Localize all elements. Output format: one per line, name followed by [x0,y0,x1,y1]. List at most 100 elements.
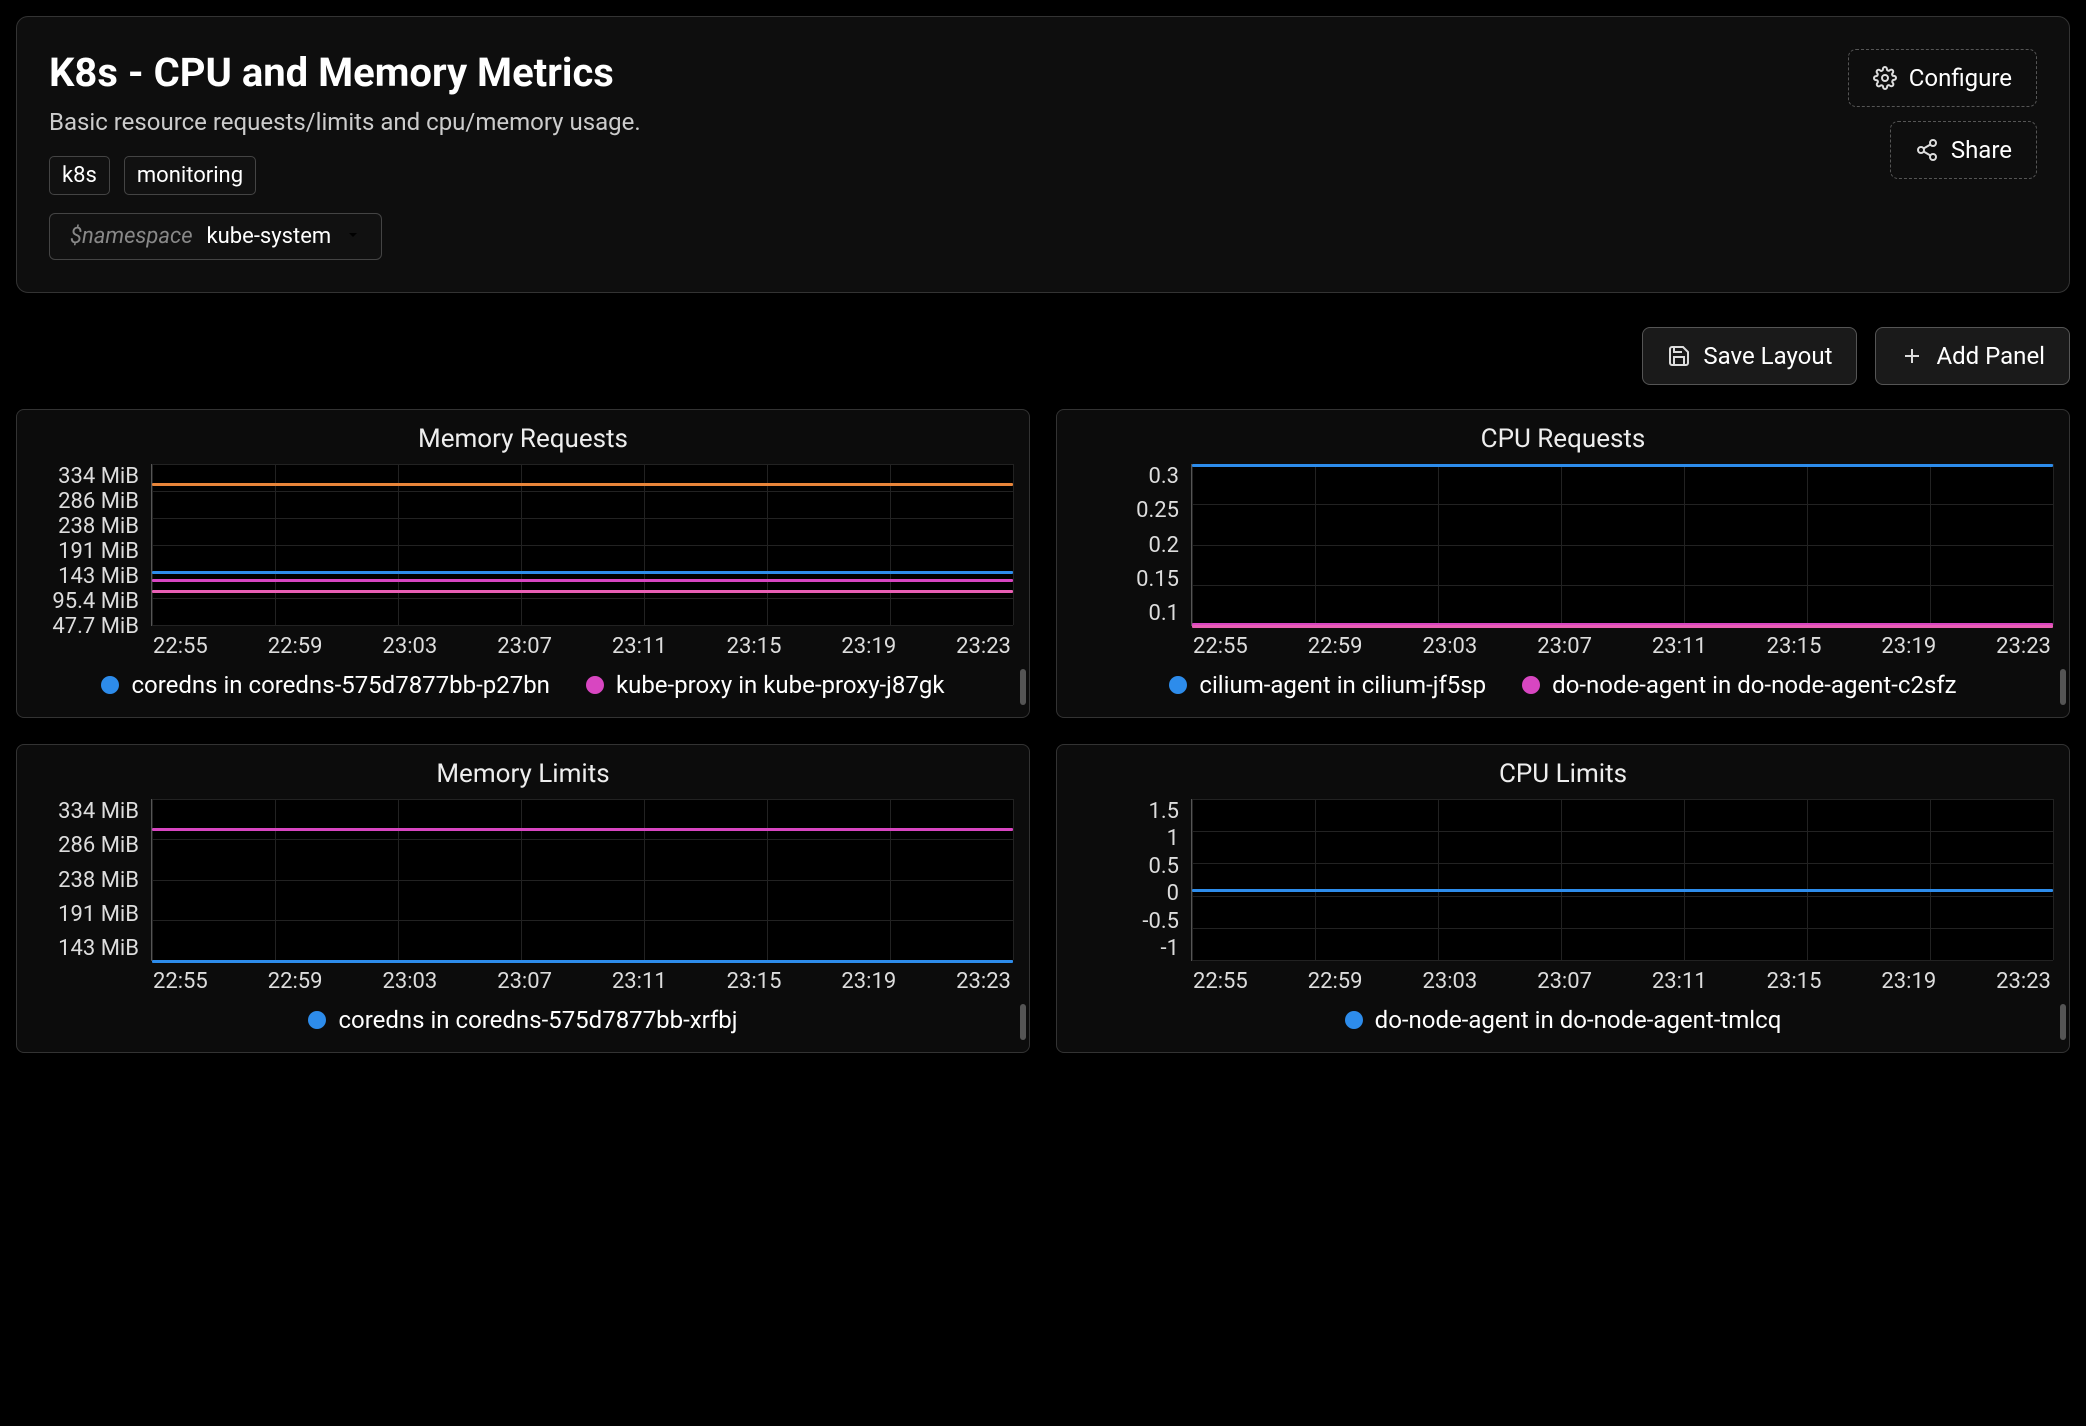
namespace-dropdown[interactable]: $namespace kube-system [49,213,382,260]
y-tick-label: 1 [1073,826,1179,851]
legend: do-node-agent in do-node-agent-tmlcq [1063,994,2063,1034]
namespace-variable-value: kube-system [207,224,332,249]
x-tick-label: 22:55 [153,634,208,659]
x-tick-label: 22:55 [1193,634,1248,659]
x-tick-label: 23:03 [1422,969,1477,994]
namespace-variable-key: $namespace [70,224,193,249]
legend-item[interactable]: coredns in coredns-575d7877bb-p27bn [101,671,549,699]
dashboard-header: K8s - CPU and Memory Metrics Basic resou… [16,16,2070,293]
y-tick-label: 0.3 [1073,464,1179,489]
y-tick-label: -0.5 [1073,909,1179,934]
scrollbar-thumb[interactable] [2060,669,2066,705]
panel-title: Memory Requests [23,424,1023,454]
x-tick-label: 23:23 [956,634,1011,659]
x-tick-label: 23:11 [612,969,667,994]
y-axis: 0.30.250.20.150.1 [1073,464,1191,626]
x-tick-label: 22:59 [268,634,323,659]
y-tick-label: 191 MiB [33,902,139,927]
legend-dot-icon [308,1011,326,1029]
x-tick-label: 23:15 [727,969,782,994]
chart-area: 0.30.250.20.150.1 [1063,464,2063,626]
panel-cpu_limits[interactable]: CPU Limits1.510.50-0.5-122:5522:5923:032… [1056,744,2070,1053]
gridlines [152,464,1013,625]
series-line [152,960,1013,963]
y-axis: 334 MiB286 MiB238 MiB191 MiB143 MiB95.4 … [33,464,151,626]
chevron-down-icon [345,227,361,247]
plus-icon [1900,344,1924,368]
panel-memory_requests[interactable]: Memory Requests 334 MiB286 MiB238 MiB191 … [16,409,1030,718]
gear-icon [1873,66,1897,90]
series-line [152,571,1013,574]
chart-plot [1191,799,2053,961]
x-axis: 22:5522:5923:0323:0723:1123:1523:1923:23 [23,961,1023,994]
panels-grid: Memory Requests334 MiB286 MiB238 MiB191 … [16,409,2070,1053]
gridlines [152,799,1013,960]
tag-monitoring[interactable]: monitoring [124,156,256,195]
legend: cilium-agent in cilium-jf5sp do-node-agen… [1063,659,2063,699]
legend-item[interactable]: cilium-agent in cilium-jf5sp [1169,671,1486,699]
tag-k8s[interactable]: k8s [49,156,110,195]
scrollbar-thumb[interactable] [1020,669,1026,705]
x-axis: 22:5522:5923:0323:0723:1123:1523:1923:23 [1063,961,2063,994]
x-tick-label: 23:15 [1767,634,1822,659]
x-tick-label: 23:23 [1996,969,2051,994]
x-tick-label: 22:55 [1193,969,1248,994]
y-tick-label: 334 MiB [33,464,139,489]
gridlines [1192,464,2053,625]
x-tick-label: 23:19 [1881,969,1936,994]
series-line [1192,889,2053,892]
y-tick-label: 0.2 [1073,533,1179,558]
series-line [1192,464,2053,467]
chart-plot [151,464,1013,626]
series-line [152,483,1013,486]
legend-item[interactable]: do-node-agent in do-node-agent-tmlcq [1345,1006,1782,1034]
y-tick-label: 0.25 [1073,498,1179,523]
x-tick-label: 23:11 [612,634,667,659]
y-tick-label: 47.7 MiB [33,614,139,639]
scrollbar-thumb[interactable] [2060,1004,2066,1040]
y-axis: 1.510.50-0.5-1 [1073,799,1191,961]
configure-button[interactable]: Configure [1848,49,2037,107]
x-tick-label: 23:03 [382,634,437,659]
page-title: K8s - CPU and Memory Metrics [49,49,1848,96]
x-axis: 22:5522:5923:0323:0723:1123:1523:1923:23 [1063,626,2063,659]
save-layout-button-label: Save Layout [1703,342,1832,370]
save-layout-button[interactable]: Save Layout [1642,327,1857,385]
share-button[interactable]: Share [1890,121,2037,179]
y-tick-label: 0.1 [1073,601,1179,626]
legend-dot-icon [1169,676,1187,694]
save-icon [1667,344,1691,368]
y-tick-label: 238 MiB [33,868,139,893]
x-tick-label: 23:19 [841,634,896,659]
x-tick-label: 23:03 [1422,634,1477,659]
legend-item[interactable]: coredns in coredns-575d7877bb-xrfbj [308,1006,737,1034]
panel-cpu_requests[interactable]: CPU Requests0.30.250.20.150.122:5522:592… [1056,409,2070,718]
legend-label: coredns in coredns-575d7877bb-p27bn [131,671,549,699]
y-tick-label: -1 [1073,936,1179,961]
legend-label: cilium-agent in cilium-jf5sp [1199,671,1486,699]
chart-area: 1.510.50-0.5-1 [1063,799,2063,961]
x-tick-label: 23:15 [727,634,782,659]
panel-memory_limits[interactable]: Memory Limits334 MiB286 MiB238 MiB191 Mi… [16,744,1030,1053]
panel-title: Memory Limits [23,759,1023,789]
series-line [152,828,1013,831]
x-tick-label: 23:07 [1537,969,1592,994]
legend-dot-icon [586,676,604,694]
scrollbar-thumb[interactable] [1020,1004,1026,1040]
legend: coredns in coredns-575d7877bb-xrfbj [23,994,1023,1034]
y-tick-label: 286 MiB [33,489,139,514]
y-axis: 334 MiB286 MiB238 MiB191 MiB143 MiB [33,799,151,961]
legend-item[interactable]: do-node-agent in do-node-agent-c2sfz [1522,671,1956,699]
x-tick-label: 22:55 [153,969,208,994]
add-panel-button[interactable]: Add Panel [1875,327,2070,385]
x-tick-label: 23:07 [1537,634,1592,659]
configure-button-label: Configure [1909,64,2012,92]
chart-area: 334 MiB286 MiB238 MiB191 MiB143 MiB95.4 … [23,464,1023,626]
legend: coredns in coredns-575d7877bb-p27bn kube-… [23,659,1023,699]
share-icon [1915,138,1939,162]
y-tick-label: 238 MiB [33,514,139,539]
legend-item[interactable]: kube-proxy in kube-proxy-j87gk [586,671,945,699]
x-tick-label: 23:23 [956,969,1011,994]
x-tick-label: 23:11 [1652,634,1707,659]
y-tick-label: 1.5 [1073,799,1179,824]
